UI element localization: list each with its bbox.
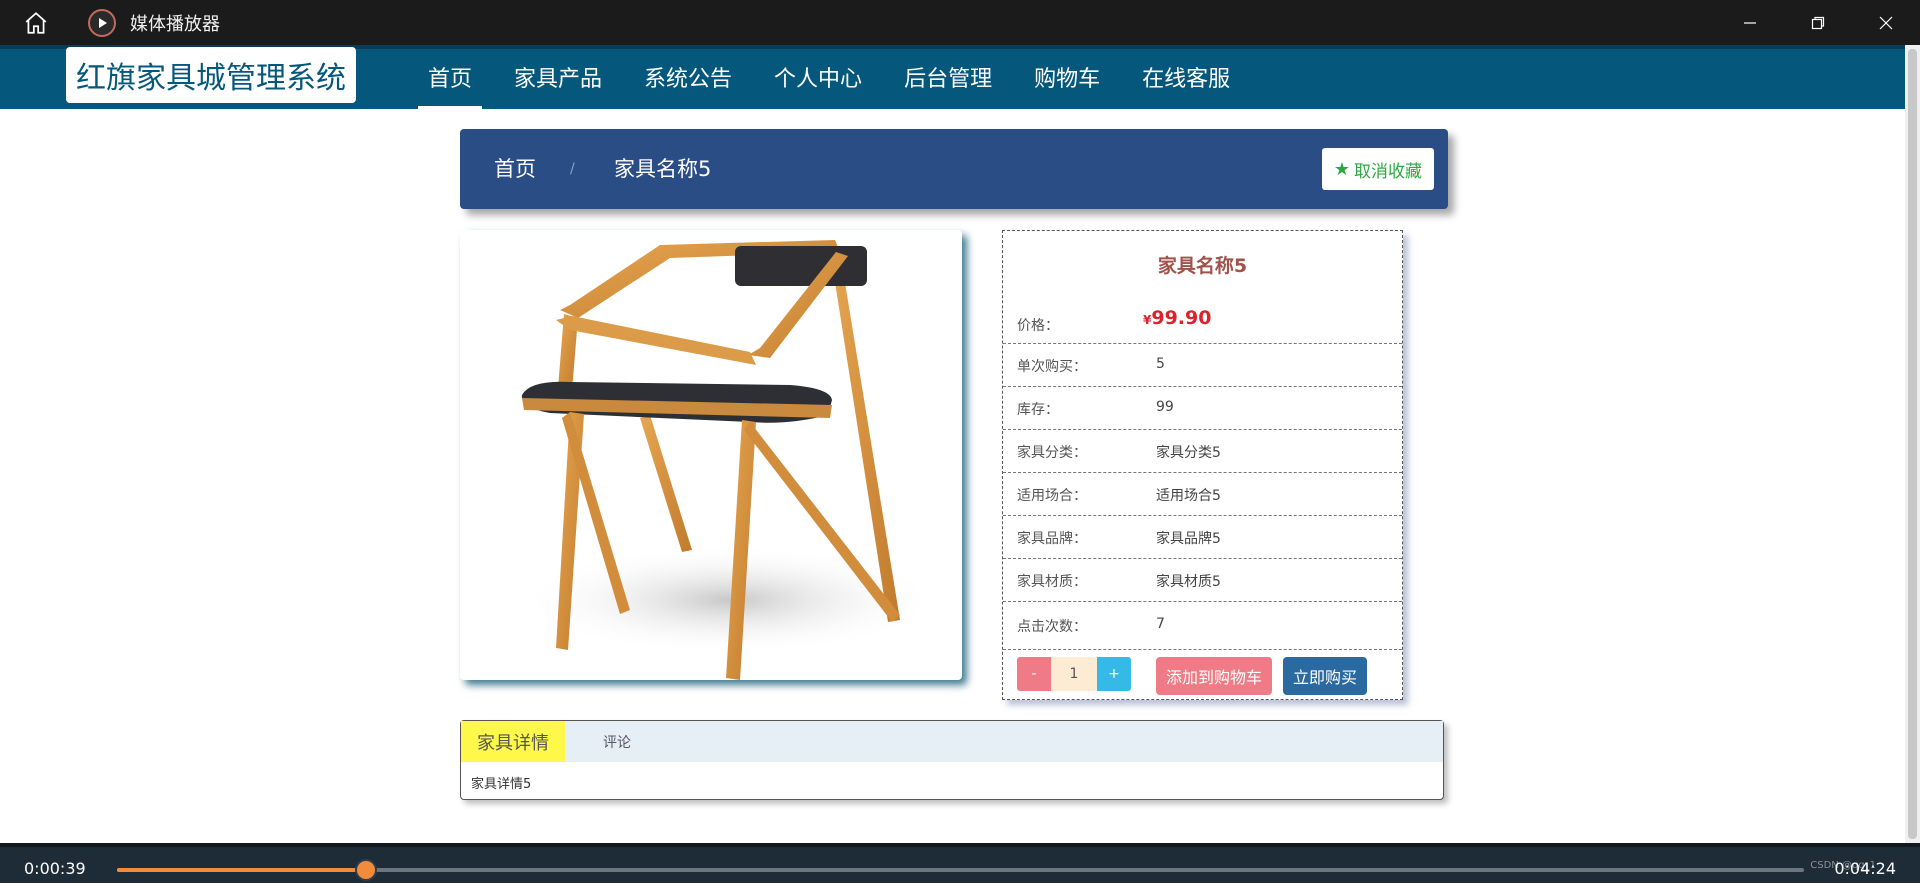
breadcrumb-home-link[interactable]: 首页: [494, 129, 536, 209]
detail-tabs: 家具详情 评论 家具详情5: [460, 720, 1444, 800]
minimize-button[interactable]: [1716, 0, 1784, 45]
add-to-cart-button[interactable]: 添加到购物车: [1156, 657, 1272, 695]
total-time: 0:04:24: [1834, 859, 1896, 878]
quantity-decrease-button[interactable]: -: [1017, 657, 1051, 691]
nav-item-admin[interactable]: 后台管理: [894, 45, 1002, 109]
product-name: 家具名称5: [1157, 255, 1248, 277]
attr-row-stock: 库存： 99: [1003, 386, 1402, 430]
attr-label: 家具材质：: [1017, 574, 1087, 590]
attr-label: 家具品牌：: [1017, 531, 1087, 547]
close-icon: [1879, 16, 1893, 29]
attr-value: 适用场合5: [1156, 488, 1221, 504]
price-value: ¥99.90: [1143, 307, 1211, 329]
attr-label: 点击次数：: [1017, 619, 1087, 635]
nav-item-personal-center[interactable]: 个人中心: [764, 45, 872, 109]
nav-item-announcements[interactable]: 系统公告: [634, 45, 742, 109]
window-title: 媒体播放器: [130, 13, 220, 35]
nav-item-home[interactable]: 首页: [418, 45, 483, 109]
attr-value: 5: [1156, 356, 1165, 372]
price-label: 价格：: [1017, 318, 1059, 334]
window-controls: [1716, 0, 1920, 45]
nav-item-customer-service[interactable]: 在线客服: [1132, 45, 1240, 109]
tab-comments[interactable]: 评论: [603, 721, 631, 762]
scrollbar-thumb[interactable]: [1908, 49, 1917, 839]
attr-row-category: 家具分类： 家具分类5: [1003, 429, 1402, 473]
tab-details[interactable]: 家具详情: [461, 721, 565, 762]
chair-illustration: [520, 240, 940, 680]
minimize-icon: [1744, 21, 1756, 24]
star-icon: ★: [1333, 158, 1350, 180]
nav-item-furniture-products[interactable]: 家具产品: [504, 45, 612, 109]
media-player-app-icon: [88, 8, 116, 37]
attr-value: 家具品牌5: [1156, 531, 1221, 547]
product-image[interactable]: [460, 230, 962, 680]
player-top-border: [0, 843, 1920, 847]
tab-content: 家具详情5: [471, 777, 532, 792]
window-titlebar: 媒体播放器: [0, 0, 1920, 45]
site-logo[interactable]: 红旗家具城管理系统: [66, 47, 356, 103]
product-info-panel: 家具名称5 价格： ¥99.90 单次购买： 5 库存： 99 家具分类： 家具…: [1002, 230, 1403, 700]
site-header: 红旗家具城管理系统 首页 家具产品 系统公告 个人中心 后台管理 购物车 在线客…: [0, 45, 1905, 109]
attr-row-occasion: 适用场合： 适用场合5: [1003, 472, 1402, 516]
seek-bar[interactable]: [117, 861, 1804, 879]
tab-bar: 家具详情 评论: [461, 721, 1443, 762]
attr-row-clicks: 点击次数： 7: [1003, 601, 1402, 650]
player-controls: 0:00:39 CSDN @qq_1 0:04:24: [0, 843, 1920, 883]
attr-label: 单次购买：: [1017, 359, 1087, 375]
main-nav: 首页 家具产品 系统公告 个人中心 后台管理 购物车 在线客服: [418, 45, 1262, 109]
seek-bar-thumb[interactable]: [357, 861, 376, 879]
attr-value: 7: [1156, 616, 1165, 632]
quantity-input[interactable]: 1: [1051, 657, 1097, 691]
attr-row-purchase-limit: 单次购买： 5: [1003, 343, 1402, 387]
restore-icon: [1811, 16, 1825, 29]
attr-label: 家具分类：: [1017, 445, 1087, 461]
attr-label: 适用场合：: [1017, 488, 1087, 504]
breadcrumb-separator: /: [570, 161, 575, 177]
attr-row-material: 家具材质： 家具材质5: [1003, 558, 1402, 602]
breadcrumb: 首页 / 家具名称5 ★ 取消收藏: [460, 129, 1448, 209]
unfavorite-button[interactable]: ★ 取消收藏: [1321, 148, 1434, 190]
attr-value: 家具分类5: [1156, 445, 1221, 461]
purchase-actions: - 1 + 添加到购物车 立即购买: [1003, 650, 1402, 700]
nav-item-cart[interactable]: 购物车: [1024, 45, 1110, 109]
close-button[interactable]: [1852, 0, 1920, 45]
attr-value: 家具材质5: [1156, 574, 1221, 590]
breadcrumb-current: 家具名称5: [614, 157, 712, 181]
attr-label: 库存：: [1017, 402, 1059, 418]
quantity-increase-button[interactable]: +: [1097, 657, 1131, 691]
attr-row-brand: 家具品牌： 家具品牌5: [1003, 515, 1402, 559]
price-amount: 99.90: [1151, 307, 1212, 329]
price-row: 价格： ¥99.90: [1003, 299, 1402, 344]
seek-bar-progress: [117, 868, 367, 872]
restore-button[interactable]: [1784, 0, 1852, 45]
unfavorite-label: 取消收藏: [1354, 161, 1422, 182]
buy-now-button[interactable]: 立即购买: [1283, 657, 1367, 695]
home-icon[interactable]: [0, 0, 72, 45]
attr-value: 99: [1156, 399, 1174, 415]
current-time: 0:00:39: [24, 859, 86, 878]
page-scrollbar[interactable]: [1905, 45, 1920, 843]
